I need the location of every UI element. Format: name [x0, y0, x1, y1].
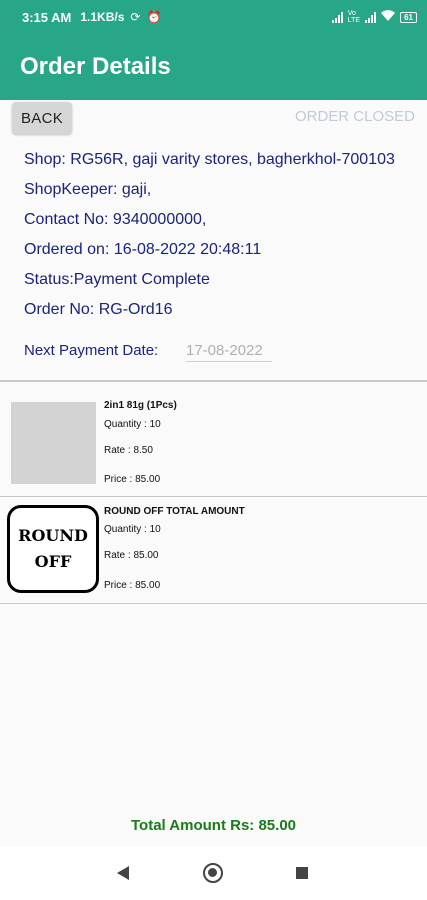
- ordered-on-info: Ordered on: 16-08-2022 20:48:11: [24, 241, 262, 258]
- signal-icon: [331, 11, 343, 23]
- round-off-image-line2: OFF: [34, 552, 72, 571]
- nav-back-icon[interactable]: [117, 866, 129, 880]
- order-number-info: Order No: RG-Ord16: [24, 301, 173, 318]
- list-item[interactable]: 2in1 81g (1Pcs) Quantity : 10 Rate : 8.5…: [0, 382, 427, 496]
- page-title: Order Details: [20, 53, 171, 80]
- navigation-bar: [0, 846, 427, 900]
- back-button[interactable]: BACK: [12, 102, 72, 134]
- item-image: [11, 402, 96, 484]
- item-quantity: Quantity : 10: [104, 524, 161, 535]
- sync-off-icon: ⟳: [130, 10, 141, 24]
- divider: [0, 603, 427, 604]
- round-off-image: ROUND OFF: [7, 505, 99, 593]
- next-payment-label: Next Payment Date:: [24, 342, 159, 359]
- nav-recents-icon[interactable]: [296, 867, 308, 879]
- total-amount: Total Amount Rs: 85.00: [130, 817, 297, 834]
- item-rate: Rate : 8.50: [104, 445, 153, 456]
- battery-icon: 61: [400, 11, 417, 23]
- status-time: 3:15 AM: [22, 9, 72, 25]
- order-closed-button[interactable]: ORDER CLOSED: [295, 108, 415, 125]
- item-price: Price : 85.00: [104, 580, 161, 591]
- item-quantity: Quantity : 10: [104, 419, 161, 430]
- status-info: Status:Payment Complete: [24, 271, 210, 288]
- round-off-image-line1: ROUND: [18, 526, 88, 545]
- item-name: ROUND OFF TOTAL AMOUNT: [104, 506, 245, 517]
- item-price: Price : 85.00: [104, 474, 161, 485]
- network-speed: 1.1KB/s: [80, 10, 125, 24]
- list-item[interactable]: ROUND OFF ROUND OFF TOTAL AMOUNT Quantit…: [0, 497, 427, 603]
- status-bar: 3:15 AM 1.1KB/s ⟳ ⏰ Vo LTE 61: [0, 0, 427, 34]
- next-payment-date-field[interactable]: 17-08-2022: [186, 342, 272, 362]
- app-bar: Order Details: [0, 34, 427, 100]
- alarm-icon: ⏰: [146, 10, 162, 24]
- nav-home-icon[interactable]: [203, 863, 223, 883]
- volte-icon: Vo LTE: [347, 10, 361, 24]
- contact-info: Contact No: 9340000000,: [24, 211, 207, 228]
- wifi-icon: [381, 10, 396, 24]
- status-right: Vo LTE 61: [331, 10, 417, 24]
- shopkeeper-info: ShopKeeper: gaji,: [24, 181, 152, 198]
- item-rate: Rate : 85.00: [104, 550, 159, 561]
- item-name: 2in1 81g (1Pcs): [104, 400, 177, 411]
- signal-icon-2: [365, 11, 377, 23]
- shop-info: Shop: RG56R, gaji varity stores, bagherk…: [24, 151, 395, 168]
